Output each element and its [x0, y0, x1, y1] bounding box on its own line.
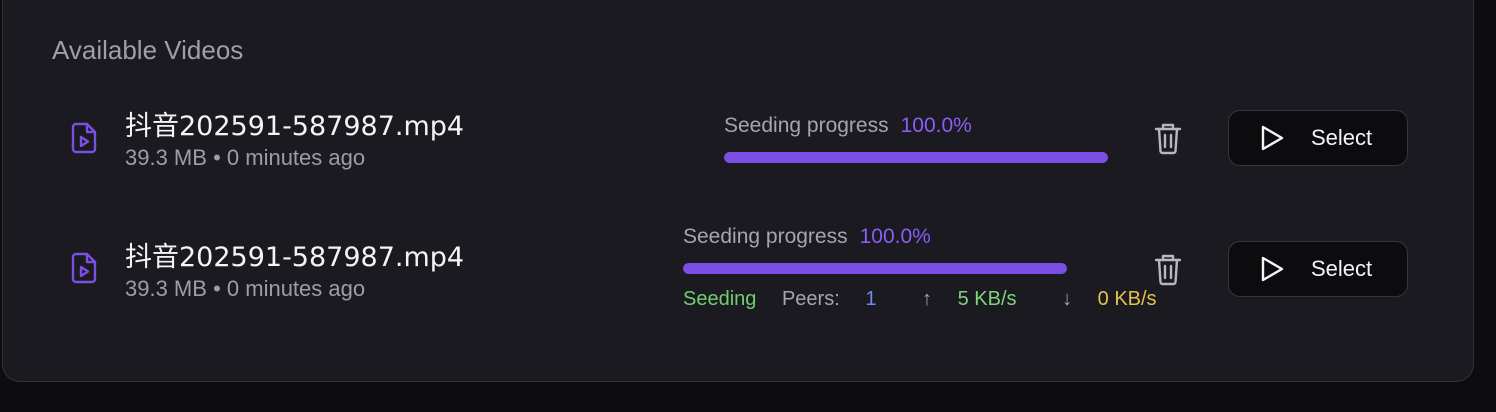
- file-size: 39.3 MB: [125, 145, 207, 170]
- play-icon: [1261, 256, 1284, 282]
- progress-bar-fill: [724, 152, 1108, 163]
- progress-label: Seeding progress: [724, 114, 889, 137]
- progress-label: Seeding progress: [683, 225, 848, 248]
- select-button[interactable]: Select: [1228, 241, 1408, 297]
- file-age: 0 minutes ago: [226, 276, 366, 301]
- video-file-name: 抖音202591-587987.mp4: [125, 242, 465, 273]
- video-file-icon: [71, 122, 97, 154]
- upload-arrow-icon: ↑: [922, 288, 933, 310]
- download-arrow-icon: ↓: [1062, 288, 1073, 310]
- progress-label-row: Seeding progress 100.0%: [724, 114, 1109, 142]
- video-file-name: 抖音202591-587987.mp4: [125, 111, 465, 142]
- file-age: 0 minutes ago: [226, 145, 366, 170]
- peers-count: 1: [865, 288, 877, 310]
- video-list-item: 抖音202591-587987.mp4 39.3 MB • 0 minutes …: [0, 225, 1496, 325]
- download-stat: ↓ 0 KB/s: [1062, 288, 1176, 310]
- progress-bar: [724, 152, 1108, 163]
- play-icon: [1261, 125, 1284, 151]
- upload-rate: 5 KB/s: [957, 288, 1017, 310]
- file-size: 39.3 MB: [125, 276, 207, 301]
- upload-stat: ↑ 5 KB/s: [922, 288, 1036, 310]
- seeding-progress: Seeding progress 100.0%: [724, 114, 1109, 163]
- section-title: Available Videos: [52, 35, 244, 65]
- video-list-item: 抖音202591-587987.mp4 39.3 MB • 0 minutes …: [0, 100, 1496, 180]
- meta-separator: •: [213, 276, 221, 301]
- progress-percent: 100.0%: [900, 114, 972, 137]
- progress-label-row: Seeding progress 100.0%: [683, 225, 1068, 253]
- video-file-meta: 39.3 MB • 0 minutes ago: [125, 276, 365, 302]
- trash-icon[interactable]: [1153, 252, 1183, 286]
- peers-label: Peers:: [781, 288, 840, 310]
- trash-icon[interactable]: [1153, 121, 1183, 155]
- peers-stat: Peers: 1: [782, 288, 897, 310]
- select-label: Select: [1311, 125, 1373, 150]
- progress-bar-fill: [683, 263, 1067, 274]
- select-label: Select: [1311, 256, 1373, 281]
- select-button[interactable]: Select: [1228, 110, 1408, 166]
- video-file-icon: [71, 252, 97, 284]
- progress-bar: [683, 263, 1067, 274]
- progress-percent: 100.0%: [859, 225, 931, 248]
- seeding-progress: Seeding progress 100.0% Seeding Peers: 1 …: [683, 225, 1157, 314]
- seeding-status: Seeding: [683, 288, 757, 310]
- torrent-stats: Seeding Peers: 1 ↑ 5 KB/s ↓ 0 KB/s: [683, 288, 1157, 314]
- download-rate: 0 KB/s: [1097, 288, 1157, 310]
- meta-separator: •: [213, 145, 221, 170]
- video-file-meta: 39.3 MB • 0 minutes ago: [125, 145, 365, 171]
